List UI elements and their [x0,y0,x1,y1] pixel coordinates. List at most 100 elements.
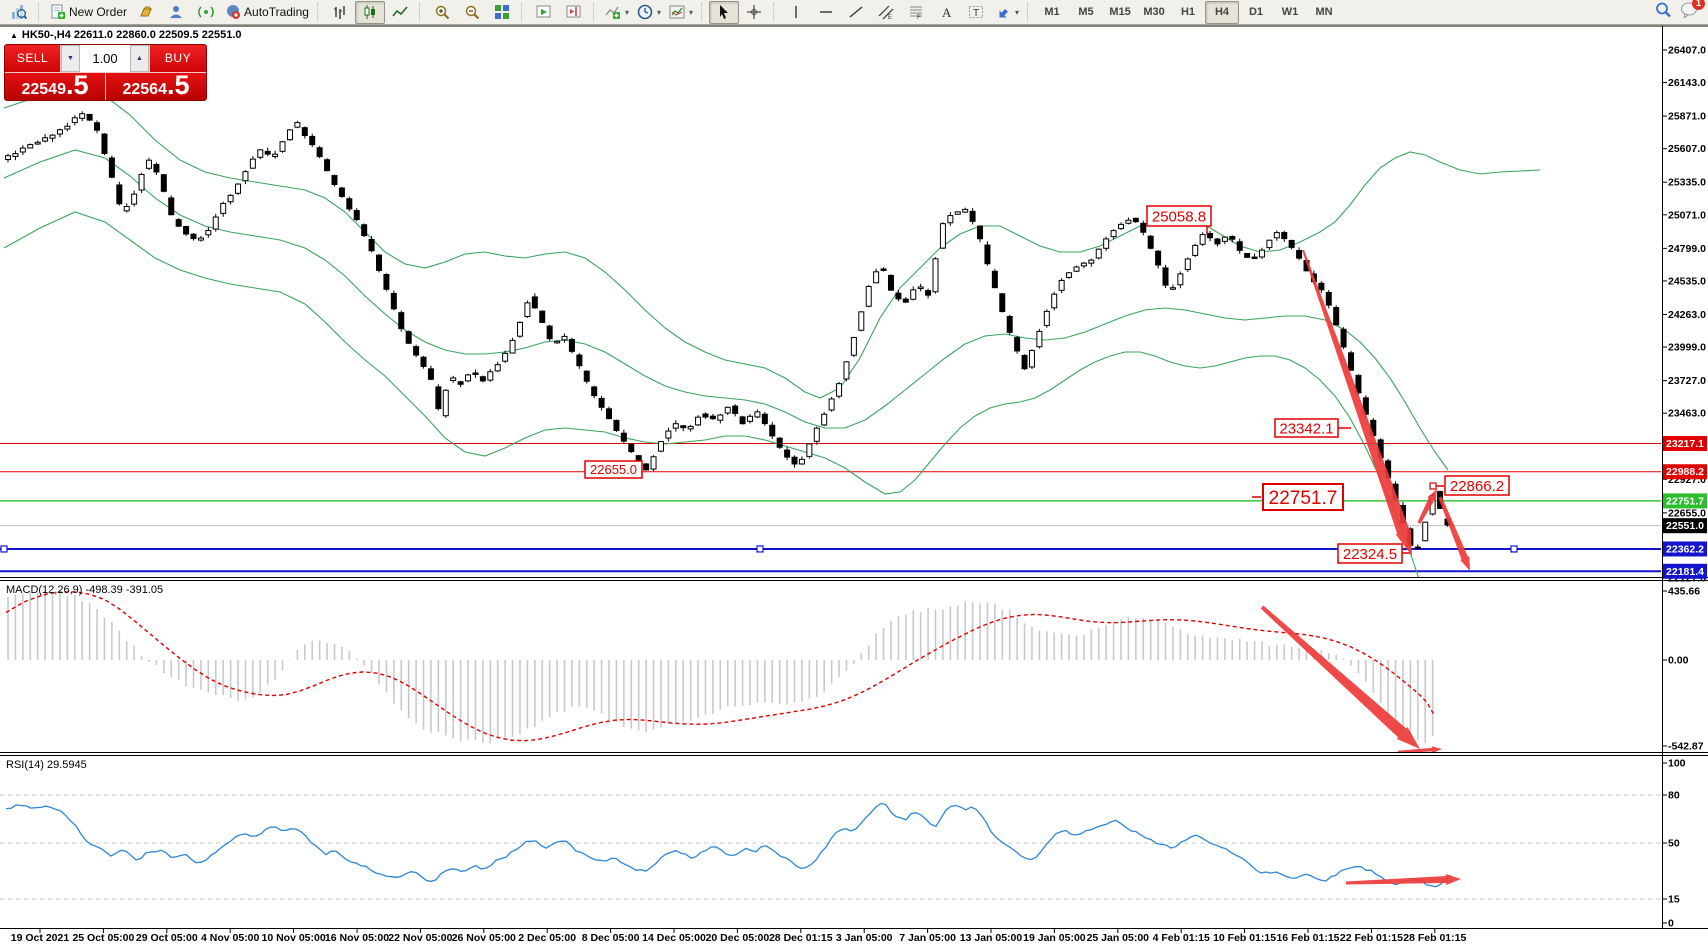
trendline-icon [848,4,864,20]
signals-button[interactable] [191,1,221,24]
rsi-pane-label: RSI(14) 29.5945 [6,759,87,771]
line-handle[interactable] [1511,546,1517,552]
zoom-out-icon [464,4,480,20]
fibonacci-button[interactable]: F [901,1,931,24]
timeframe-m5[interactable]: M5 [1069,1,1103,24]
profile-button[interactable] [161,1,191,24]
axis-tick-label: 15 [1668,894,1680,906]
axis-tick-label: -542.87 [1668,740,1704,752]
price-level-badge-text: 22751.7 [1666,495,1704,507]
timeframe-m1[interactable]: M1 [1035,1,1069,24]
search-icon[interactable] [1654,1,1672,24]
volume-down-button[interactable]: ▼ [61,45,80,72]
axis-tick-label: 23463.0 [1668,408,1706,420]
axis-tick-label: 0 [1668,918,1674,930]
text-button[interactable]: A [931,1,961,24]
date-label: 28 Feb 01:15 [1403,932,1466,944]
shapes-button[interactable]: ▾ [991,1,1023,24]
date-label: 16 Nov 05:00 [325,932,389,944]
date-label: 10 Feb 01:15 [1213,932,1276,944]
sell-price[interactable]: 22549.5 [5,73,106,100]
rsi-value: 29.5945 [47,759,87,771]
timeframe-d1[interactable]: D1 [1239,1,1273,24]
cursor-icon [716,4,732,20]
tile-windows-button[interactable] [487,1,517,24]
toolbar-separator [419,3,423,21]
candlestick-button[interactable] [355,1,385,24]
date-label: 4 Feb 01:15 [1153,932,1210,944]
chart-title: ▲HK50-,H4 22611.0 22860.0 22509.5 22551.… [10,29,242,41]
periods-clock-icon [637,4,653,20]
price-level-badge-text: 22988.2 [1666,466,1704,478]
date-label: 2 Dec 05:00 [518,932,576,944]
chart-canvas[interactable]: 25058.823342.122751.722866.222655.022324… [0,0,1708,949]
one-click-trading-panel: SELL ▼ 1.00 ▲ BUY 22549.5 22564.5 [4,44,207,101]
volume-stepper: ▼ 1.00 ▲ [60,45,150,72]
horizontal-line-button[interactable] [811,1,841,24]
channel-icon: E [878,4,894,20]
price-annotation[interactable]: 22751.7 [1252,484,1343,510]
line-handle[interactable] [1,546,7,552]
bar-chart-button[interactable] [325,1,355,24]
date-label: 28 Dec 01:15 [769,932,833,944]
collapse-panel-icon[interactable]: ▲ [10,31,18,40]
axis-tick-label: 80 [1668,790,1680,802]
chat-icon[interactable]: 1 [1680,2,1698,23]
toolbar-separator [1027,3,1031,21]
mt-terminal: New OrderAutoTrading▾▾▾EFAT▾M1M5M15M30H1… [0,0,1708,949]
autotrading-button[interactable]: AutoTrading [221,1,313,24]
axis-tick-label: 100 [1668,758,1686,770]
label-button[interactable]: T [961,1,991,24]
date-label: 10 Nov 05:00 [261,932,325,944]
sell-price-frac: .5 [66,74,89,96]
timeframe-h4[interactable]: H4 [1205,1,1239,24]
auto-scroll-button[interactable] [529,1,559,24]
sell-button[interactable]: SELL [5,45,60,72]
price-annotation[interactable]: 22655.0 [585,461,642,478]
axis-tick-label: 22655.0 [1668,507,1706,519]
buy-price[interactable]: 22564.5 [106,73,206,100]
price-annotation[interactable]: 22324.5 [1338,544,1410,563]
candlestick-icon [362,4,378,20]
text-icon: A [938,4,954,20]
buy-button[interactable]: BUY [150,45,206,72]
chart-search-button[interactable] [4,1,34,24]
gold-button[interactable] [131,1,161,24]
vertical-line-button[interactable] [781,1,811,24]
axis-tick-label: 25607.0 [1668,143,1706,155]
volume-value[interactable]: 1.00 [80,45,130,72]
indicators-button[interactable]: ▾ [601,1,633,24]
toolbar-separator [317,3,321,21]
channel-button[interactable]: E [871,1,901,24]
zoom-in-icon [434,4,450,20]
volume-up-button[interactable]: ▲ [130,45,149,72]
new-order-icon [50,4,66,20]
toolbar-separator [773,3,777,21]
price-annotation-text: 23342.1 [1279,420,1333,437]
periods-clock-button[interactable]: ▾ [633,1,665,24]
toolbar-separator [38,3,42,21]
chart-shift-button[interactable] [559,1,589,24]
timeframe-m30[interactable]: M30 [1137,1,1171,24]
timeframe-w1[interactable]: W1 [1273,1,1307,24]
cursor-button[interactable] [709,1,739,24]
crosshair-button[interactable] [739,1,769,24]
template-button[interactable]: ▾ [665,1,697,24]
axis-tick-label: 25335.0 [1668,177,1706,189]
date-label: 22 Nov 05:00 [388,932,452,944]
zoom-in-button[interactable] [427,1,457,24]
vertical-line-icon [788,4,804,20]
timeframe-h1[interactable]: H1 [1171,1,1205,24]
date-label: 29 Oct 05:00 [136,932,198,944]
trendline-button[interactable] [841,1,871,24]
line-handle[interactable] [757,546,763,552]
date-label: 8 Dec 05:00 [582,932,640,944]
timeframe-m15[interactable]: M15 [1103,1,1137,24]
axis-tick-label: 25071.0 [1668,209,1706,221]
chevron-down-icon: ▾ [689,8,693,17]
zoom-out-button[interactable] [457,1,487,24]
timeframe-mn[interactable]: MN [1307,1,1341,24]
line-chart-button[interactable] [385,1,415,24]
price-level-badge-text: 22181.4 [1666,566,1704,578]
new-order-button[interactable]: New Order [46,1,131,24]
